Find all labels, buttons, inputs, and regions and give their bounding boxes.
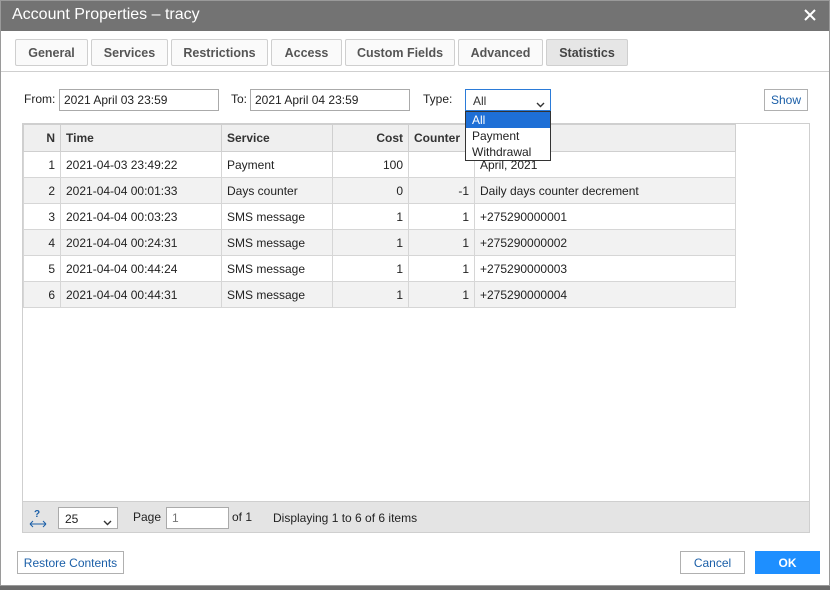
cell-n: 5 bbox=[23, 255, 61, 282]
cell-service: Days counter bbox=[221, 177, 333, 204]
column-header-cost[interactable]: Cost bbox=[332, 124, 409, 152]
cell-n: 2 bbox=[23, 177, 61, 204]
cell-service: SMS message bbox=[221, 229, 333, 256]
tab-advanced[interactable]: Advanced bbox=[458, 39, 543, 66]
chevron-down-icon bbox=[536, 97, 545, 111]
tab-general[interactable]: General bbox=[15, 39, 88, 66]
type-select-value: All bbox=[473, 94, 487, 108]
cell-counter: 1 bbox=[408, 203, 475, 230]
cell-n: 3 bbox=[23, 203, 61, 230]
cell-time: 2021-04-04 00:44:24 bbox=[60, 255, 222, 282]
from-label: From: bbox=[24, 92, 56, 106]
cell-time: 2021-04-04 00:24:31 bbox=[60, 229, 222, 256]
page-size-value: 25 bbox=[65, 512, 79, 526]
ok-button[interactable]: OK bbox=[755, 551, 820, 574]
cell-time: 2021-04-03 23:49:22 bbox=[60, 151, 222, 178]
tab-services[interactable]: Services bbox=[91, 39, 168, 66]
cell-comment: +275290000002 bbox=[474, 229, 736, 256]
cell-n: 6 bbox=[23, 281, 61, 308]
cancel-button[interactable]: Cancel bbox=[680, 551, 745, 574]
cell-time: 2021-04-04 00:03:23 bbox=[60, 203, 222, 230]
svg-text:?: ? bbox=[34, 509, 40, 520]
page-count-label: of 1 bbox=[232, 510, 253, 524]
page-label: Page bbox=[133, 510, 162, 524]
from-date-input[interactable] bbox=[59, 89, 219, 111]
table-row[interactable]: 4 2021-04-04 00:24:31 SMS message 1 1 +2… bbox=[23, 229, 736, 256]
cell-counter: 1 bbox=[408, 229, 475, 256]
cell-time: 2021-04-04 00:44:31 bbox=[60, 281, 222, 308]
cell-comment: +275290000004 bbox=[474, 281, 736, 308]
cell-cost: 1 bbox=[332, 203, 409, 230]
page-size-select[interactable]: 25 bbox=[58, 507, 118, 529]
cell-service: SMS message bbox=[221, 203, 333, 230]
show-button[interactable]: Show bbox=[764, 89, 808, 111]
window-title: Account Properties – tracy bbox=[12, 6, 200, 23]
to-label: To: bbox=[231, 92, 248, 106]
account-properties-dialog: Account Properties – tracy General Servi… bbox=[0, 0, 830, 586]
cell-comment: +275290000001 bbox=[474, 203, 736, 230]
statistics-grid: N Time Service Cost Counter 1 2021-04-03… bbox=[22, 123, 810, 533]
column-header-time[interactable]: Time bbox=[60, 124, 222, 152]
tab-statistics[interactable]: Statistics bbox=[546, 39, 628, 66]
type-option-all[interactable]: All bbox=[466, 112, 550, 128]
statistics-table: N Time Service Cost Counter 1 2021-04-03… bbox=[23, 124, 736, 308]
filter-bar: From: To: Type: All Show bbox=[1, 87, 829, 113]
table-row[interactable]: 6 2021-04-04 00:44:31 SMS message 1 1 +2… bbox=[23, 281, 736, 308]
display-info: Displaying 1 to 6 of 6 items bbox=[273, 511, 418, 525]
restore-contents-button[interactable]: Restore Contents bbox=[17, 551, 124, 574]
cell-time: 2021-04-04 00:01:33 bbox=[60, 177, 222, 204]
close-icon[interactable] bbox=[801, 6, 819, 24]
type-dropdown-list: All Payment Withdrawal bbox=[465, 111, 551, 161]
column-header-n[interactable]: N bbox=[23, 124, 61, 152]
table-row[interactable]: 5 2021-04-04 00:44:24 SMS message 1 1 +2… bbox=[23, 255, 736, 282]
cell-comment: Daily days counter decrement bbox=[474, 177, 736, 204]
cell-n: 1 bbox=[23, 151, 61, 178]
cell-cost: 100 bbox=[332, 151, 409, 178]
tab-restrictions[interactable]: Restrictions bbox=[171, 39, 268, 66]
cell-cost: 1 bbox=[332, 229, 409, 256]
cell-counter: 1 bbox=[408, 281, 475, 308]
resize-columns-icon[interactable]: ? bbox=[29, 508, 47, 528]
cell-cost: 0 bbox=[332, 177, 409, 204]
table-row[interactable]: 1 2021-04-03 23:49:22 Payment 100 April,… bbox=[23, 151, 736, 178]
tab-custom-fields[interactable]: Custom Fields bbox=[345, 39, 455, 66]
cell-service: Payment bbox=[221, 151, 333, 178]
pagination-bar: ? 25 Page of 1 Displaying 1 to 6 of 6 it… bbox=[23, 501, 809, 532]
cell-cost: 1 bbox=[332, 281, 409, 308]
cell-cost: 1 bbox=[332, 255, 409, 282]
column-header-service[interactable]: Service bbox=[221, 124, 333, 152]
chevron-down-icon bbox=[103, 515, 112, 529]
type-select[interactable]: All bbox=[465, 89, 551, 111]
cell-service: SMS message bbox=[221, 281, 333, 308]
type-label: Type: bbox=[423, 92, 453, 106]
tab-access[interactable]: Access bbox=[271, 39, 342, 66]
cell-counter: -1 bbox=[408, 177, 475, 204]
type-option-payment[interactable]: Payment bbox=[466, 128, 550, 144]
to-date-input[interactable] bbox=[250, 89, 410, 111]
table-row[interactable]: 2 2021-04-04 00:01:33 Days counter 0 -1 … bbox=[23, 177, 736, 204]
page-number-input[interactable] bbox=[166, 507, 229, 529]
type-option-withdrawal[interactable]: Withdrawal bbox=[466, 144, 550, 160]
cell-service: SMS message bbox=[221, 255, 333, 282]
title-bar: Account Properties – tracy bbox=[1, 1, 829, 31]
cell-n: 4 bbox=[23, 229, 61, 256]
cell-counter: 1 bbox=[408, 255, 475, 282]
table-row[interactable]: 3 2021-04-04 00:03:23 SMS message 1 1 +2… bbox=[23, 203, 736, 230]
tab-bar: General Services Restrictions Access Cus… bbox=[1, 31, 829, 72]
cell-comment: +275290000003 bbox=[474, 255, 736, 282]
table-header-row: N Time Service Cost Counter bbox=[23, 124, 736, 152]
